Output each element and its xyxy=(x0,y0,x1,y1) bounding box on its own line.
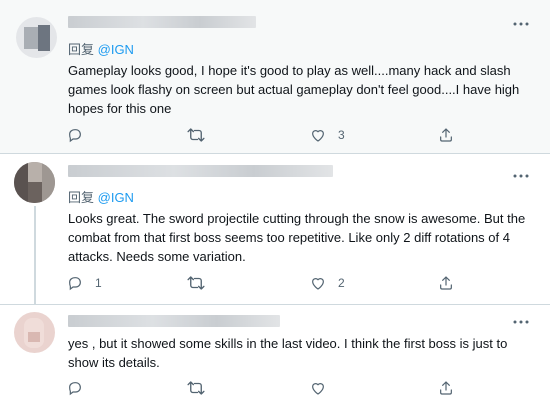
more-icon[interactable] xyxy=(513,320,529,324)
like-count: 2 xyxy=(338,276,345,290)
share-icon xyxy=(440,128,452,142)
share-icon xyxy=(440,276,452,290)
reply-icon xyxy=(69,129,81,143)
reply-button[interactable]: 1 xyxy=(67,273,102,293)
avatar[interactable] xyxy=(16,17,57,58)
heart-icon xyxy=(312,383,324,395)
retweet-button[interactable] xyxy=(187,378,217,398)
heart-icon xyxy=(312,130,324,142)
author-name-redacted xyxy=(68,16,256,28)
more-icon[interactable] xyxy=(513,22,529,26)
like-button[interactable] xyxy=(310,378,338,398)
reply-handle-link[interactable]: @IGN xyxy=(98,42,134,57)
tweet-text: Gameplay looks good, I hope it's good to… xyxy=(68,63,520,116)
retweet-button[interactable] xyxy=(187,273,217,293)
tweet-actions: 3 xyxy=(60,125,460,145)
more-icon[interactable] xyxy=(513,174,529,178)
share-icon xyxy=(440,381,452,395)
reply-icon xyxy=(69,277,81,291)
tweet-text: Looks great. The sword projectile cuttin… xyxy=(68,211,526,264)
retweet-icon xyxy=(187,128,205,142)
reply-context: 回复 @IGN xyxy=(68,39,134,58)
reply-count: 1 xyxy=(95,276,102,290)
author-name-redacted xyxy=(68,315,280,327)
retweet-icon xyxy=(187,381,205,395)
retweet-icon xyxy=(187,276,205,290)
tweet-2[interactable]: 回复 @IGN Looks great. The sword projectil… xyxy=(0,154,550,305)
share-button[interactable] xyxy=(438,378,454,398)
share-button[interactable] xyxy=(438,125,454,145)
tweet-3[interactable]: yes , but it showed some skills in the l… xyxy=(0,305,550,412)
reply-prefix: 回复 xyxy=(68,42,95,57)
tweet-actions: 1 2 xyxy=(60,273,460,293)
avatar[interactable] xyxy=(14,162,55,203)
tweet-text: yes , but it showed some skills in the l… xyxy=(68,336,508,370)
like-button[interactable]: 2 xyxy=(310,273,345,293)
heart-icon xyxy=(312,278,324,290)
reply-button[interactable] xyxy=(67,378,95,398)
reply-icon xyxy=(69,382,81,396)
avatar[interactable] xyxy=(14,312,55,353)
reply-context: 回复 @IGN xyxy=(68,187,134,206)
retweet-button[interactable] xyxy=(187,125,217,145)
reply-prefix: 回复 xyxy=(68,190,95,205)
reply-handle-link[interactable]: @IGN xyxy=(98,190,134,205)
like-count: 3 xyxy=(338,128,345,142)
thread-connector xyxy=(34,206,36,310)
author-name-redacted xyxy=(68,165,333,177)
share-button[interactable] xyxy=(438,273,454,293)
tweet-1[interactable]: 回复 @IGN Gameplay looks good, I hope it's… xyxy=(0,0,550,154)
reply-button[interactable] xyxy=(67,125,95,145)
like-button[interactable]: 3 xyxy=(310,125,345,145)
tweet-actions xyxy=(60,378,460,398)
